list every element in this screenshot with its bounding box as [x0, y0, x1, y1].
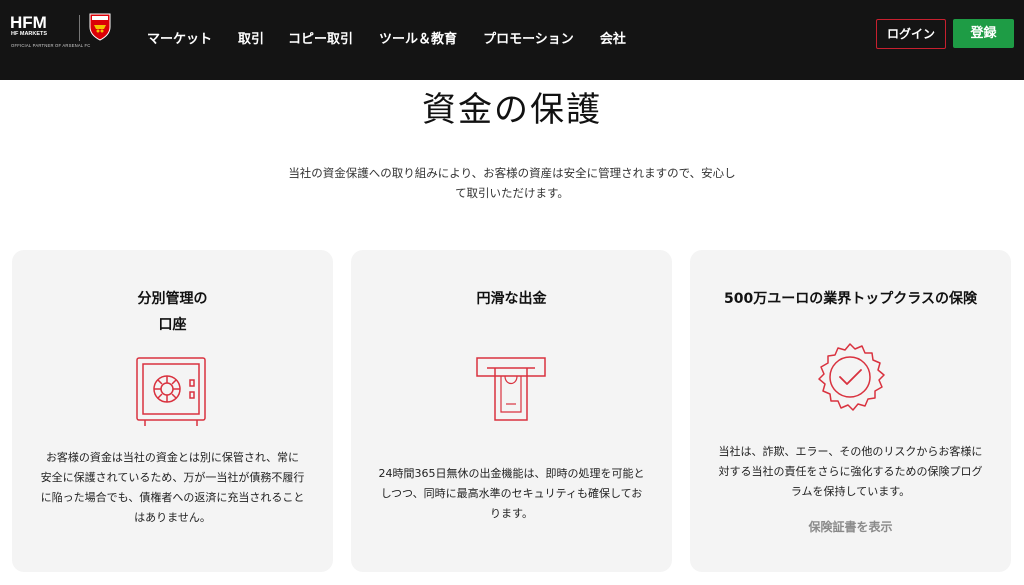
nav-item-company[interactable]: 会社: [600, 31, 626, 49]
certified-badge-icon: [818, 343, 885, 411]
card-title: 500万ユーロの業界トップクラスの保険: [724, 291, 977, 307]
logo-subtitle: HF MARKETS: [11, 31, 48, 37]
card-segregated-accounts: 分別管理の 口座 お客様の資金は当社の資金とは別に保管され、常に 安全に保護され…: [12, 250, 333, 572]
card-text-line: しつつ、同時に最高水準のセキュリティも確保してお: [380, 487, 643, 500]
card-title: 分別管理の 口座: [12, 286, 333, 338]
card-title-line: 口座: [158, 317, 187, 333]
card-text-line: 24時間365日無休の出金機能は、即時の処理を可能と: [378, 467, 645, 480]
logo-divider: [79, 15, 80, 41]
arsenal-crest-icon: [89, 13, 111, 41]
hfm-logo[interactable]: HFM HF MARKETS OFFICIAL PARTNER OF ARSEN…: [10, 13, 111, 53]
register-button[interactable]: 登録: [953, 19, 1014, 48]
card-title: 円滑な出金: [476, 291, 547, 307]
card-smooth-withdrawals: 円滑な出金 24時間365日無休の出金機能は、即時の処理を可能と しつつ、同時に…: [351, 250, 672, 572]
nav-item-markets[interactable]: マーケット: [147, 31, 212, 49]
section-description-line: 当社の資金保護への取り組みにより、お客様の資産は安全に管理されますので、安心し: [288, 166, 736, 180]
nav-item-promotions[interactable]: プロモーション: [483, 31, 574, 49]
login-button[interactable]: ログイン: [876, 19, 946, 49]
card-text-line: に陥った場合でも、債権者への返済に充当されること: [40, 491, 305, 504]
nav-item-tools-education[interactable]: ツール＆教育: [379, 31, 457, 49]
card-text-line: お客様の資金は当社の資金とは別に保管され、常に: [45, 451, 300, 464]
card-text-line: ります。: [490, 507, 533, 520]
top-navigation-bar: HFM HF MARKETS OFFICIAL PARTNER OF ARSEN…: [0, 0, 1024, 80]
card-title-line: 分別管理の: [137, 291, 208, 307]
view-insurance-certificate-link[interactable]: 保険証書を表示: [690, 518, 1011, 535]
nav-item-copy-trading[interactable]: コピー取引: [288, 31, 353, 49]
card-text-line: 安全に保護されているため、万が一当社が債務不履行: [40, 471, 305, 484]
main-nav: マーケット 取引 コピー取引 ツール＆教育 プロモーション 会社: [147, 31, 652, 49]
section-description-line: て取引いただけます。: [455, 186, 569, 200]
atm-withdrawal-icon: [476, 357, 546, 421]
card-text: 24時間365日無休の出金機能は、即時の処理を可能と しつつ、同時に最高水準のセ…: [371, 464, 652, 524]
card-text-line: はありません。: [134, 511, 211, 524]
logo-brand: HFM: [10, 13, 47, 32]
section-title: 資金の保護: [422, 90, 602, 130]
card-text-line: 対する当社の責任をさらに強化するための保険プログ: [718, 465, 983, 478]
section-description: 当社の資金保護への取り組みにより、お客様の資産は安全に管理されますので、安心し …: [268, 163, 756, 203]
card-text-line: 当社は、詐欺、エラー、その他のリスクからお客様に: [718, 445, 983, 458]
card-text: 当社は、詐欺、エラー、その他のリスクからお客様に 対する当社の責任をさらに強化す…: [710, 442, 991, 502]
safe-icon: [136, 357, 206, 426]
nav-item-trading[interactable]: 取引: [238, 31, 264, 49]
card-text-line: ラムを保持しています。: [790, 485, 911, 498]
card-text: お客様の資金は当社の資金とは別に保管され、常に 安全に保護されているため、万が一…: [32, 448, 313, 528]
logo-partner-text: OFFICIAL PARTNER OF ARSENAL FC: [11, 43, 91, 48]
card-insurance: 500万ユーロの業界トップクラスの保険 当社は、詐欺、エラー、その他のリスクから…: [690, 250, 1011, 572]
